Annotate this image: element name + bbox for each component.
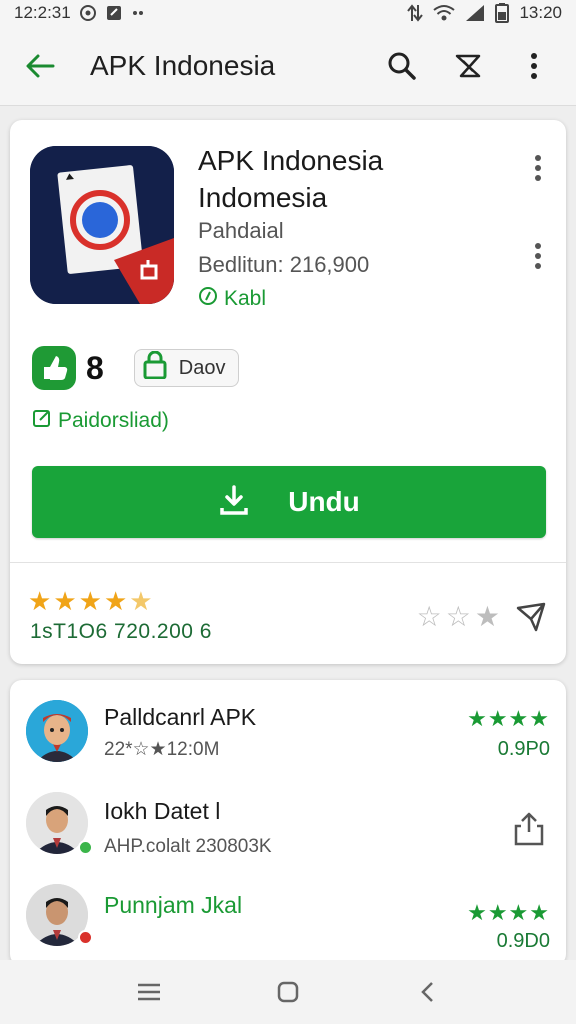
data-transfer-icon	[407, 3, 424, 23]
developer-name[interactable]: Pahdaial	[198, 218, 284, 244]
verified-badge: Kabl	[198, 286, 266, 312]
signal-icon	[465, 4, 485, 22]
star-outline-icon[interactable]: ☆	[417, 600, 442, 633]
list-item-title: Punnjam Jkal	[104, 892, 243, 918]
verified-icon	[198, 286, 218, 312]
rating-stars: ★ ★ ★ ★ ★	[28, 586, 153, 617]
status-badge	[78, 930, 93, 945]
list-item-title: Palldcanrl APK	[104, 704, 257, 730]
app-name-line2: Indomesia	[198, 182, 328, 213]
battery-icon	[495, 3, 510, 23]
list-item[interactable]: Punnjam Jkal ★★★★ 0.9D0	[10, 878, 566, 968]
list-item-stars: ★★★★	[467, 900, 550, 925]
online-badge	[78, 840, 93, 855]
content-rating-chip[interactable]: Daov	[133, 349, 239, 387]
app-bar: APK Indonesia	[0, 26, 576, 106]
send-icon[interactable]	[514, 600, 548, 634]
avatar	[26, 700, 88, 762]
star-icon: ★	[53, 586, 77, 616]
star-icon: ★	[103, 586, 128, 616]
app-name-line1: APK Indonesia	[198, 145, 384, 176]
rating-stats: 1sT1O6 720.200 6	[30, 620, 212, 643]
list-item-title: Iokh Datet l	[104, 798, 221, 824]
status-time-right: 13:20	[519, 3, 562, 22]
status-time-left: 12:2:31	[14, 3, 71, 22]
download-icon	[218, 484, 250, 521]
list-item[interactable]: Palldcanrl APK 22*☆★​12:0M ★★★★ 0.9P0	[10, 694, 566, 784]
star-outline-icon[interactable]: ☆	[446, 600, 471, 633]
rating-icon	[32, 346, 76, 390]
home-icon[interactable]	[264, 968, 312, 1016]
divider	[10, 562, 566, 563]
more-vert-icon[interactable]	[514, 46, 554, 86]
share-icon[interactable]	[510, 810, 548, 848]
pending-label: Paidorsliad)	[58, 409, 169, 432]
system-nav-bar	[0, 960, 576, 1024]
page-title: APK Indonesia	[90, 49, 276, 81]
list-item-stars: ★★★★	[467, 706, 550, 731]
download-count: Bedlitun: 216,900	[198, 252, 370, 277]
rating-row: 8 Daov	[32, 346, 239, 390]
star-half-icon: ★	[129, 586, 153, 616]
pending-status: Paidorsliad)	[32, 408, 169, 434]
app-detail-card: APK Indonesia Indomesia Pahdaial Bedlitu…	[10, 120, 566, 664]
notification-icon	[105, 4, 123, 22]
verified-label: Kabl	[224, 287, 267, 310]
install-label: Undu	[288, 486, 360, 517]
recent-apps-icon[interactable]	[125, 968, 173, 1016]
app-name: APK Indonesia Indomesia	[198, 142, 498, 216]
wifi-icon	[433, 4, 456, 22]
edit-icon	[32, 408, 52, 434]
star-icon: ★	[78, 586, 102, 616]
status-bar: 12:2:31 13:20	[0, 0, 576, 26]
more-vert-icon[interactable]	[526, 238, 550, 274]
list-item-value: 0.9P0	[497, 738, 550, 760]
list-item-value: 0.9D0	[496, 930, 550, 952]
more-vert-icon[interactable]	[526, 150, 550, 186]
list-item[interactable]: Iokh Datet l AHP.colalt 230803K	[10, 786, 566, 876]
list-item-subtitle: AHP.colalt 230803K	[104, 836, 272, 857]
app-logo	[30, 146, 174, 304]
rate-app-stars: ☆ ☆ ★	[417, 600, 500, 633]
back-icon[interactable]	[403, 968, 451, 1016]
back-arrow-icon[interactable]	[22, 48, 58, 84]
list-item-subtitle: 22*☆★​12:0M	[104, 739, 220, 760]
related-apps-card: Palldcanrl APK 22*☆★​12:0M ★★★★ 0.9P0 Io…	[10, 680, 566, 966]
star-outline-icon[interactable]: ★	[475, 600, 500, 633]
more-notifications-icon	[131, 6, 145, 20]
filter-icon[interactable]	[448, 46, 488, 86]
whatsapp-icon	[79, 4, 97, 22]
lock-icon	[143, 350, 167, 385]
rating-number: 8	[86, 349, 104, 386]
search-icon[interactable]	[382, 46, 422, 86]
chip-label: Daov	[178, 356, 226, 379]
star-icon: ★	[28, 586, 52, 616]
install-button[interactable]: Undu	[32, 466, 546, 538]
